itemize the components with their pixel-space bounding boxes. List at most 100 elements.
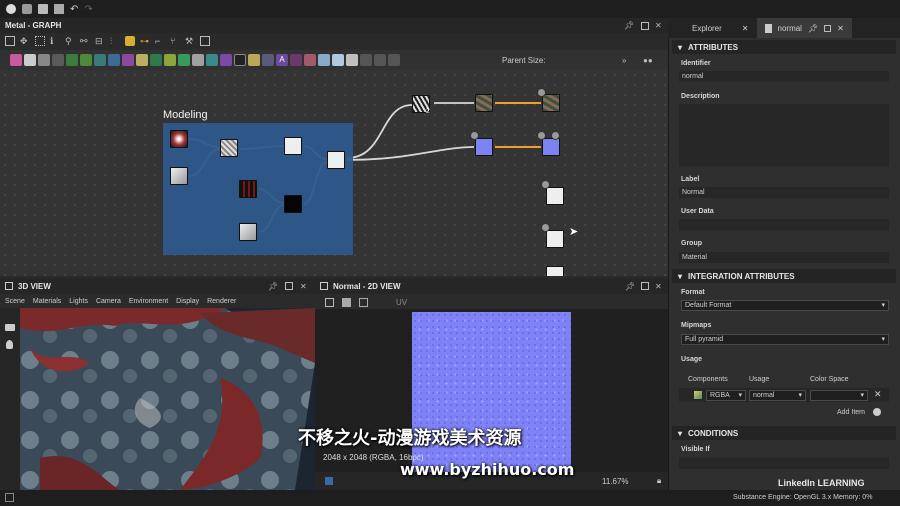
menu-display[interactable]: Display: [176, 298, 199, 305]
height-node[interactable]: [284, 195, 302, 213]
fxmap-icon[interactable]: [192, 54, 204, 66]
link-icon[interactable]: ⚯: [80, 36, 90, 46]
pixel-processor-icon[interactable]: [206, 54, 218, 66]
graph-canvas[interactable]: Modeling 2 ➤: [0, 70, 668, 276]
mipmaps-dropdown[interactable]: Full pyramid: [681, 334, 889, 345]
move-icon[interactable]: ✥: [20, 36, 30, 46]
add-item-icon[interactable]: [873, 408, 881, 416]
output-3-socket-icon[interactable]: [541, 180, 550, 189]
filter-icon[interactable]: [346, 54, 358, 66]
tab-explorer[interactable]: Explorer ✕: [668, 18, 757, 38]
tab-normal[interactable]: normal 📌︎ ✕: [756, 18, 852, 38]
remove-usage-icon[interactable]: ✕: [874, 389, 882, 400]
menu-renderer[interactable]: Renderer: [207, 298, 236, 305]
combine-node[interactable]: [327, 151, 345, 169]
route-icon[interactable]: ⌐: [155, 36, 165, 46]
gradient-icon[interactable]: [164, 54, 176, 66]
normal-node-socket-icon[interactable]: [470, 131, 479, 140]
3d-viewport[interactable]: [20, 308, 315, 490]
view-options-icon[interactable]: ●●: [643, 56, 653, 65]
3d-close-icon[interactable]: ✕: [300, 282, 307, 291]
3d-pin-icon[interactable]: 📌︎: [268, 282, 278, 291]
2d-maximize-icon[interactable]: [641, 282, 649, 290]
frame-all-icon[interactable]: [5, 36, 15, 46]
normal-output-node[interactable]: [542, 138, 560, 156]
info-icon[interactable]: ℹ: [50, 36, 60, 46]
status-menu-icon[interactable]: [5, 493, 14, 502]
material-icon[interactable]: [332, 54, 344, 66]
usage-dropdown[interactable]: normal: [749, 390, 806, 401]
normal-tab-maximize-icon[interactable]: [824, 24, 832, 32]
3d-maximize-icon[interactable]: [285, 282, 293, 290]
lock-icon[interactable]: 🔒︎: [657, 476, 661, 486]
basecolor-output-node[interactable]: [542, 94, 560, 112]
save-image-icon[interactable]: [342, 297, 351, 307]
label-field[interactable]: Normal: [679, 187, 889, 198]
normal-output-socket-icon[interactable]: [537, 131, 546, 140]
output-node-3[interactable]: [546, 187, 564, 205]
camera-icon[interactable]: [5, 324, 15, 331]
output-socket-icon[interactable]: [537, 88, 546, 97]
conditions-section[interactable]: ▾ CONDITIONS: [672, 426, 896, 440]
drag-handle-icon[interactable]: [694, 391, 702, 399]
explorer-tab-close-icon[interactable]: ✕: [742, 24, 749, 33]
output-node-icon[interactable]: [234, 54, 246, 66]
warp-icon[interactable]: [122, 54, 134, 66]
comment-icon[interactable]: [360, 54, 372, 66]
basecolor-node[interactable]: [475, 94, 493, 112]
value-processor-icon[interactable]: [220, 54, 232, 66]
frame-node-icon[interactable]: [388, 54, 400, 66]
shuffle-icon[interactable]: [52, 54, 64, 66]
new-graph-icon[interactable]: [22, 4, 32, 14]
pin-icon[interactable]: 📌︎: [624, 21, 634, 30]
components-dropdown[interactable]: RGBA: [706, 390, 746, 401]
identifier-field[interactable]: normal: [679, 71, 889, 82]
colorspace-dropdown[interactable]: [810, 390, 868, 401]
output-node-4[interactable]: [546, 230, 564, 248]
split-icon[interactable]: ⑂: [170, 36, 180, 46]
modeling-frame[interactable]: [163, 123, 353, 255]
gradient-node[interactable]: [170, 130, 188, 148]
uniform-color-icon[interactable]: [38, 54, 50, 66]
output-node-5[interactable]: [546, 266, 564, 276]
grid-icon[interactable]: [35, 36, 45, 46]
distance-icon[interactable]: [136, 54, 148, 66]
edge-detect-icon[interactable]: [304, 54, 316, 66]
hierarchy-icon[interactable]: ⊟: [95, 36, 105, 46]
save-icon[interactable]: [54, 4, 64, 14]
mask-node[interactable]: [239, 180, 257, 198]
directional-warp-icon[interactable]: [290, 54, 302, 66]
integration-section[interactable]: ▾ INTEGRATION ATTRIBUTES: [672, 269, 896, 283]
normal-node-icon[interactable]: [178, 54, 190, 66]
visible-if-field[interactable]: [679, 458, 889, 469]
menu-environment[interactable]: Environment: [129, 298, 168, 305]
levels-node[interactable]: [284, 137, 302, 155]
view-mode-icon[interactable]: [325, 297, 334, 307]
more-icon[interactable]: »: [622, 56, 626, 65]
svg-node-icon[interactable]: [24, 54, 36, 66]
pin-node-icon[interactable]: [374, 54, 386, 66]
menu-scene[interactable]: Scene: [5, 298, 25, 305]
2d-close-icon[interactable]: ✕: [655, 282, 662, 291]
normal-node[interactable]: [475, 138, 493, 156]
open-folder-icon[interactable]: [38, 4, 48, 14]
input-node-icon[interactable]: [248, 54, 260, 66]
normal-tab-close-icon[interactable]: ✕: [837, 24, 844, 33]
noise-node[interactable]: [170, 167, 188, 185]
maximize-icon[interactable]: [641, 21, 649, 30]
search-icon[interactable]: ⚲: [65, 36, 75, 46]
emboss-icon[interactable]: [150, 54, 162, 66]
transform-icon[interactable]: [108, 54, 120, 66]
tools-icon[interactable]: ⚒: [185, 36, 195, 46]
blur-icon[interactable]: [94, 54, 106, 66]
bitmap-node-icon[interactable]: [10, 54, 22, 66]
menu-materials[interactable]: Materials: [33, 298, 61, 305]
align-icon[interactable]: ⫶: [110, 36, 120, 46]
levels-icon[interactable]: [66, 54, 78, 66]
output-4-socket-icon[interactable]: [541, 223, 550, 232]
normal-tab-pin-icon[interactable]: 📌︎: [808, 24, 818, 33]
description-field[interactable]: [679, 104, 889, 166]
attributes-section[interactable]: ▾ ATTRIBUTES: [672, 40, 896, 54]
normal-output-socket2-icon[interactable]: [551, 131, 560, 140]
undo-icon[interactable]: ↶: [70, 4, 78, 15]
